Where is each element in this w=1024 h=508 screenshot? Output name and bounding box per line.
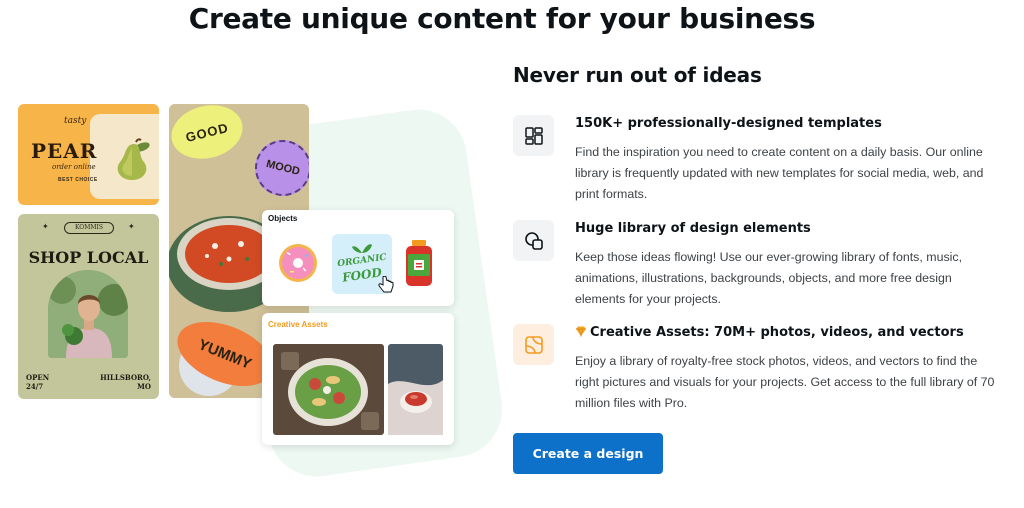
pear-order-text: order online [52,163,96,171]
feature-templates: 150K+ professionally-designed templates … [513,115,993,205]
hand-cursor-icon [378,276,394,293]
feature-icon-box [513,115,554,156]
pro-crown-icon [576,326,586,338]
shop-location-line1: HILLSBORO, [100,373,151,382]
feature-description: Find the inspiration you need to create … [575,145,984,201]
feature-title-text: Creative Assets: 70M+ photos, videos, an… [590,325,964,340]
pear-template-card[interactable]: tasty PEAR order online BEST CHOICE [18,104,159,205]
templates-grid-icon [524,126,543,145]
sparkle-icon: ✦ [42,222,49,231]
shop-local-template-card[interactable]: ✦ KOMMIS ✦ SHOP LOCAL OPEN 24/7 HILLSBOR… [18,214,159,399]
shop-location: HILLSBORO, MO [100,373,151,391]
feature-title: Huge library of design elements [575,221,811,236]
feature-collage: tasty PEAR order online BEST CHOICE ✦ KO… [0,90,509,490]
donut-icon[interactable] [278,243,318,283]
good-sticker-text: GOOD [183,119,231,145]
feature-description: Enjoy a library of royalty-free stock ph… [575,354,995,410]
pear-best-text: BEST CHOICE [58,177,98,183]
pear-illustration [117,138,150,180]
shapes-icon [524,231,543,250]
shop-hours-line2: 24/7 [26,382,44,391]
shop-hours: OPEN 24/7 [26,373,49,391]
pear-tasty-text: tasty [64,116,87,126]
organic-food-sticker[interactable]: ORGANIC FOOD [332,234,394,294]
objects-panel: Objects ORGANIC FOOD [262,210,454,306]
shop-title: SHOP LOCAL [28,248,149,267]
yummy-sticker-text: YUMMY [195,335,255,373]
feature-title: Creative Assets: 70M+ photos, videos, an… [575,325,964,340]
shop-badge: KOMMIS [64,222,114,234]
shop-location-line2: MO [137,382,151,391]
feature-icon-box [513,220,554,261]
feature-description: Keep those ideas flowing! Use our ever-g… [575,250,963,306]
jar-icon[interactable] [404,240,434,288]
feature-icon-box [513,324,554,365]
sparkle-icon: ✦ [128,222,135,231]
pear-title: PEAR [31,139,98,163]
leaf-icon [352,244,372,253]
objects-title: Objects [268,214,298,223]
shopper-photo [48,270,128,358]
shop-hours-line1: OPEN [26,373,50,382]
section-subtitle: Never run out of ideas [513,63,762,87]
feature-title: 150K+ professionally-designed templates [575,116,882,131]
salad-photo[interactable] [273,344,384,435]
creative-assets-icon [524,335,543,354]
feature-design-elements: Huge library of design elements Keep tho… [513,220,993,310]
page-headline: Create unique content for your business [188,2,816,35]
feature-creative-assets: Creative Assets: 70M+ photos, videos, an… [513,324,995,414]
creative-assets-title: Creative Assets [268,320,328,329]
dessert-photo[interactable] [388,344,443,435]
mood-sticker-text: MOOD [264,158,302,178]
creative-assets-panel: Creative Assets [262,313,454,445]
create-design-button[interactable]: Create a design [513,433,663,474]
